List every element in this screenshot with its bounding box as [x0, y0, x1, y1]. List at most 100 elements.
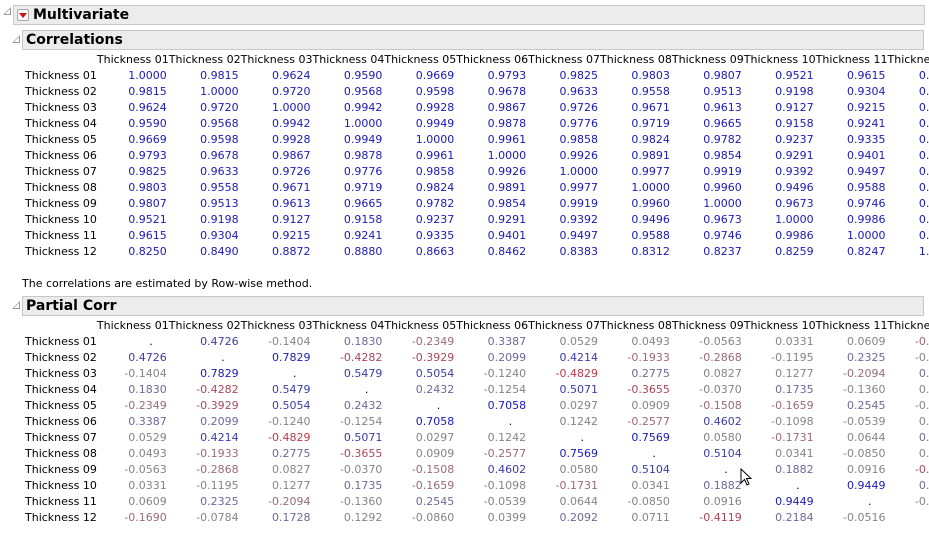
matrix-cell: 0.9720: [200, 101, 239, 114]
matrix-cell: 0.8880: [343, 245, 383, 258]
matrix-cell: -0.2868: [699, 351, 742, 364]
matrix-cell: 0.9568: [343, 85, 383, 98]
matrix-cell: 0.9793: [128, 149, 167, 162]
matrix-cell: -0.3929: [196, 399, 239, 412]
matrix-cell: 0.1830: [128, 383, 167, 396]
matrix-cell: 0.0331: [128, 479, 167, 492]
matrix-cell: 0.9858: [415, 165, 455, 178]
matrix-cell: 0.9815: [200, 69, 239, 82]
matrix-cell: 0.8250: [128, 245, 167, 258]
matrix-cell: 0.9782: [703, 133, 742, 146]
correlations-header[interactable]: Correlations: [22, 30, 924, 50]
matrix-cell: 0.9673: [775, 197, 814, 210]
mouse-cursor-icon: [740, 468, 753, 486]
matrix-cell: 1.0000: [559, 165, 599, 178]
matrix-cell: -0.1404: [124, 367, 167, 380]
matrix-cell: 0.4214: [200, 431, 239, 444]
matrix-cell: 0.9824: [631, 133, 670, 146]
matrix-cell: 0.9215: [272, 229, 311, 242]
matrix-cell: -0.2349: [124, 399, 167, 412]
matrix-cell: 0.0580: [703, 431, 742, 444]
matrix-cell: -0.1690: [124, 511, 167, 524]
matrix-cell: 0.9521: [128, 213, 167, 226]
column-header: Thickness 09: [671, 53, 744, 66]
matrix-cell: -0.1690: [914, 335, 929, 348]
column-header: Thickness 04: [312, 53, 385, 66]
matrix-cell: 0.9392: [775, 165, 814, 178]
matrix-cell: 0.8312: [631, 245, 670, 258]
corner-cell: [25, 318, 97, 334]
partial-corr-header[interactable]: Partial Corr: [22, 296, 924, 316]
matrix-cell: -0.1195: [196, 479, 239, 492]
matrix-cell: 0.9726: [272, 165, 311, 178]
matrix-cell: 0.9961: [415, 149, 455, 162]
matrix-cell: 0.1735: [343, 479, 383, 492]
disclosure-triangle-icon[interactable]: [11, 300, 21, 310]
matrix-cell: 0.9215: [847, 101, 886, 114]
matrix-cell: 1.0000: [415, 133, 455, 146]
disclosure-triangle-icon[interactable]: [11, 34, 21, 44]
multivariate-header[interactable]: Multivariate: [13, 5, 925, 25]
column-header: Thickness 07: [528, 53, 600, 66]
matrix-cell: 0.9928: [415, 101, 455, 114]
matrix-cell: 0.9803: [631, 69, 670, 82]
column-header: Thickness 12: [887, 53, 929, 66]
matrix-cell: 0.7569: [559, 447, 599, 460]
matrix-cell: 0.9776: [559, 117, 599, 130]
matrix-cell: 0.9241: [847, 117, 886, 130]
matrix-cell: -0.1360: [339, 495, 383, 508]
row-header: Thickness 05: [25, 133, 97, 146]
matrix-cell: 0.9977: [559, 181, 599, 194]
matrix-cell: -0.0850: [627, 495, 670, 508]
matrix-cell: 0.0644: [559, 495, 599, 508]
matrix-cell: 0.9719: [631, 117, 670, 130]
partial-corr-title: Partial Corr: [26, 298, 117, 314]
red-triangle-menu-icon[interactable]: [17, 9, 29, 21]
matrix-cell: 0.9513: [200, 197, 239, 210]
table-row: Thickness 08 0.9803 0.9558 0.9671 0.9719 0.98…: [25, 180, 929, 196]
matrix-cell: .: [293, 367, 297, 380]
matrix-cell: .: [436, 399, 441, 412]
matrix-cell: 0.0341: [775, 447, 814, 460]
row-header: Thickness 02: [25, 351, 97, 364]
matrix-cell: 0.9746: [847, 197, 886, 210]
matrix-cell: 1.0000: [631, 181, 670, 194]
matrix-cell: 0.5104: [703, 447, 742, 460]
matrix-cell: 0.9669: [128, 133, 167, 146]
matrix-cell: 0.9291: [775, 149, 814, 162]
matrix-cell: 0.9942: [272, 117, 311, 130]
matrix-cell: 0.9720: [272, 85, 311, 98]
matrix-cell: 0.9613: [703, 101, 742, 114]
matrix-cell: 0.0909: [631, 399, 670, 412]
matrix-cell: 0.9776: [343, 165, 383, 178]
row-header: Thickness 04: [25, 117, 97, 130]
column-header: Thickness 07: [528, 319, 600, 332]
row-header: Thickness 01: [25, 69, 97, 82]
matrix-cell: 0.9807: [703, 69, 742, 82]
table-row: Thickness 01. 0.4726 -0.1404 0.1830 -0.2349 0…: [25, 334, 929, 350]
table-row: Thickness 01 1.0000 0.9815 0.9624 0.9590 0.96…: [25, 68, 929, 84]
disclosure-triangle-icon[interactable]: [2, 6, 12, 16]
correlations-title: Correlations: [26, 32, 123, 48]
matrix-cell: 0.5071: [559, 383, 599, 396]
table-row: Thickness 09 -0.0563 -0.2868 0.0827 -0.0370 -…: [25, 462, 929, 478]
matrix-cell: 0.1242: [487, 431, 527, 444]
matrix-cell: 0.9858: [559, 133, 599, 146]
matrix-cell: -0.2349: [411, 335, 455, 348]
table-row: Thickness 04 0.1830 -0.4282 0.5479. 0.2432 -0…: [25, 382, 929, 398]
matrix-cell: 0.9590: [343, 69, 383, 82]
column-header: Thickness 01: [96, 319, 169, 332]
matrix-cell: 0.9624: [128, 101, 167, 114]
matrix-cell: 0.9815: [128, 85, 167, 98]
matrix-cell: 0.9291: [487, 213, 527, 226]
matrix-cell: 0.9304: [200, 229, 239, 242]
matrix-cell: 0.1830: [343, 335, 383, 348]
matrix-cell: 0.9867: [487, 101, 527, 114]
matrix-cell: -0.0516: [914, 495, 929, 508]
matrix-cell: 0.9392: [559, 213, 599, 226]
column-header: Thickness 09: [671, 319, 744, 332]
matrix-cell: 0.1242: [559, 415, 599, 428]
column-header: Thickness 12: [887, 319, 929, 332]
matrix-cell: -0.1659: [771, 399, 814, 412]
matrix-cell: 0.9878: [487, 117, 527, 130]
